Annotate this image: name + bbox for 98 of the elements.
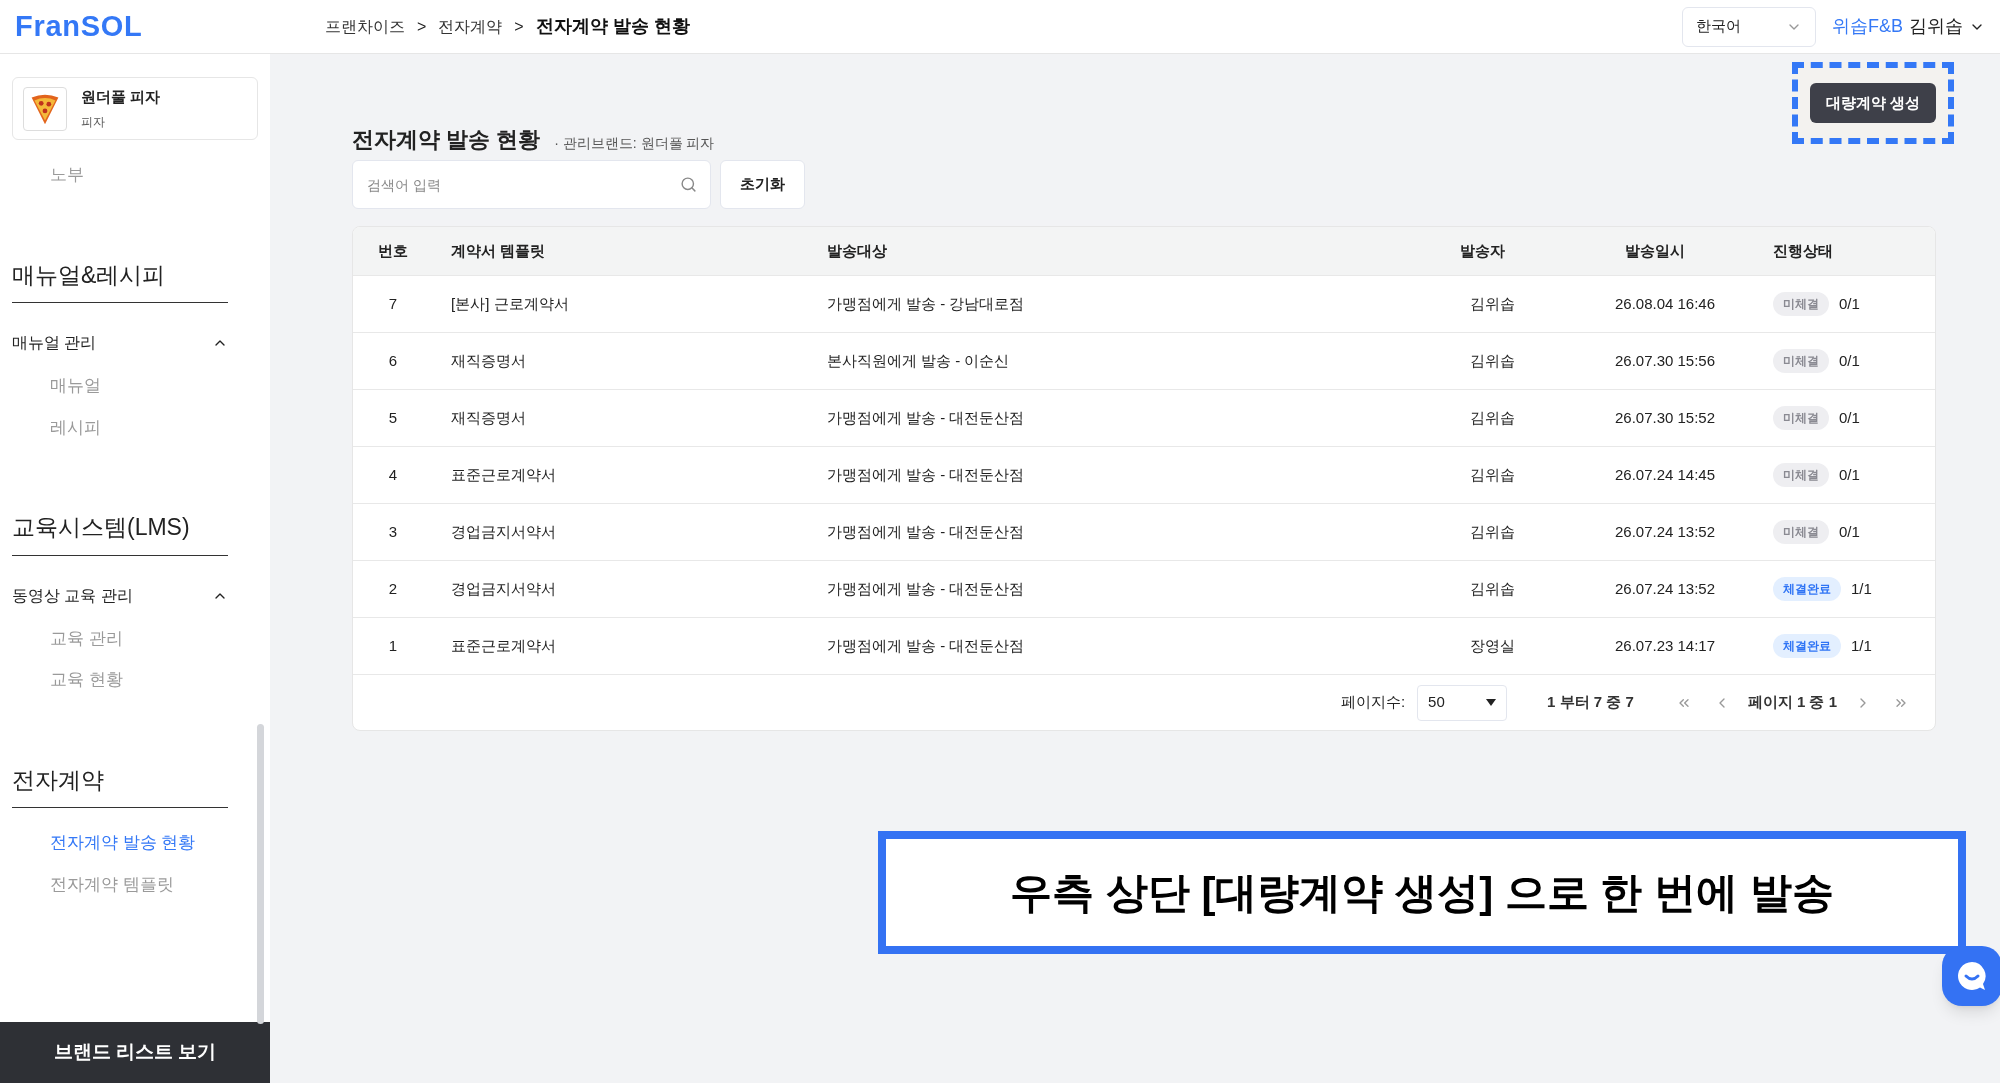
table-cell-text: 재직증명서: [450, 350, 527, 371]
status-badge: 미체결: [1773, 406, 1829, 430]
table-row[interactable]: 7 [본사] 근로계약서 가맹점에게 발송 - 강남대로점 김위솝 26.08.04 16:46 미체결 0/1: [353, 275, 1935, 332]
logo[interactable]: FranSOL: [15, 4, 325, 49]
search-field[interactable]: 검색어 입력: [352, 160, 711, 209]
table-cell-text: 가맹점에게 발송 - 대전둔산점: [826, 578, 1026, 599]
search-icon: [680, 176, 697, 193]
column-header: 계약서 템플릿: [450, 240, 547, 261]
table-cell-text: 김위솝: [1468, 578, 1516, 599]
table-row[interactable]: 5 재직증명서 가맹점에게 발송 - 대전둔산점 김위솝 26.07.30 15:52 미체결 0/1: [353, 389, 1935, 446]
sign-count: 1/1: [1851, 635, 1872, 656]
table-cell-text: 3: [387, 521, 399, 542]
sign-count: 1/1: [1851, 578, 1872, 599]
column-header: 발송일시: [1624, 240, 1686, 261]
table-row[interactable]: 1 표준근로계약서 가맹점에게 발송 - 대전둔산점 장영실 26.07.23 14:17 체결완료 1/1: [353, 617, 1935, 674]
table-cell-text: 경업금지서약서: [450, 521, 557, 542]
column-header: 발송대상: [826, 240, 888, 261]
company-name: 위솝F&B: [1832, 15, 1903, 38]
table-cell-text: 가맹점에게 발송 - 대전둔산점: [826, 521, 1026, 542]
record-range: 1 부터 7 중 7: [1547, 692, 1634, 713]
scrollbar-thumb[interactable]: [257, 724, 264, 1024]
table-cell-text: 6: [387, 350, 399, 371]
column-header: 발송자: [1458, 240, 1506, 261]
brand-list-button[interactable]: 브랜드 리스트 보기: [0, 1022, 270, 1083]
brand-category: 피자: [81, 113, 106, 131]
table-cell-text: 가맹점에게 발송 - 대전둔산점: [826, 464, 1026, 485]
table-cell-text: 경업금지서약서: [450, 578, 557, 599]
table-cell-text: 5: [387, 407, 399, 428]
status-badge: 미체결: [1773, 292, 1829, 316]
page-indicator: 페이지 1 중 1: [1747, 692, 1837, 713]
sign-count: 0/1: [1839, 407, 1860, 428]
pizza-logo-icon: [23, 86, 67, 131]
breadcrumb[interactable]: 전자계약 발송 현황: [535, 13, 690, 40]
table-cell-text: 26.07.30 15:52: [1613, 407, 1717, 428]
page-size-select[interactable]: 50: [1417, 684, 1508, 721]
section-title: 매뉴얼&레시피: [12, 257, 228, 303]
table-cell-text: 김위솝: [1468, 407, 1516, 428]
section-title: 전자계약: [12, 762, 228, 808]
table-row[interactable]: 3 경업금지서약서 가맹점에게 발송 - 대전둔산점 김위솝 26.07.24 13:52 미체결 0/1: [353, 503, 1935, 560]
table-row[interactable]: 4 표준근로계약서 가맹점에게 발송 - 대전둔산점 김위솝 26.07.24 14:45 미체결 0/1: [353, 446, 1935, 503]
table-row[interactable]: 2 경업금지서약서 가맹점에게 발송 - 대전둔산점 김위솝 26.07.24 13:52 체결완료 1/1: [353, 560, 1935, 617]
sign-count: 0/1: [1839, 521, 1860, 542]
chat-button[interactable]: [1942, 946, 2000, 1006]
chat-bubble-icon: [1955, 959, 1989, 993]
table-cell-text: 2: [387, 578, 399, 599]
table-cell-text: 가맹점에게 발송 - 강남대로점: [826, 293, 1026, 314]
page-size-label: 페이지수:: [1340, 692, 1406, 713]
table-cell-text: [본사] 근로계약서: [450, 293, 570, 314]
table-cell-text: 26.07.24 13:52: [1613, 521, 1717, 542]
section-title: 교육시스템(LMS): [12, 510, 228, 556]
table-cell-text: 본사직원에게 발송 - 이순신: [826, 350, 1011, 371]
page-subtitle: · 관리브랜드: 원더풀 피자: [554, 134, 715, 153]
brand-name: 원더풀 피자: [81, 87, 161, 108]
table-cell-text: 1: [387, 635, 399, 656]
table-cell-text: 26.08.04 16:46: [1613, 293, 1717, 314]
breadcrumb-separator: >: [417, 16, 427, 37]
table-cell-text: 26.07.30 15:56: [1613, 350, 1717, 371]
annotation-banner: 우측 상단 [대량계약 생성] 으로 한 번에 발송: [878, 831, 1966, 954]
user-name: 김위솝: [1909, 15, 1963, 38]
sign-count: 0/1: [1839, 293, 1860, 314]
user-menu[interactable]: 위솝F&B 김위솝: [1832, 13, 1985, 40]
column-header: 번호: [377, 240, 409, 261]
dropdown-triangle-icon: [1486, 699, 1497, 706]
page-title: 전자계약 발송 현황: [352, 126, 541, 154]
status-badge: 미체결: [1773, 349, 1829, 373]
table-cell-text: 재직증명서: [450, 407, 527, 428]
table-cell-text: 표준근로계약서: [450, 635, 557, 656]
menu-group[interactable]: 동영상 교육 관리: [12, 583, 228, 608]
status-badge: 미체결: [1773, 463, 1829, 487]
table-cell-text: 김위솝: [1468, 521, 1516, 542]
column-header: 진행상태: [1772, 240, 1834, 261]
table-cell-text: 가맹점에게 발송 - 대전둔산점: [826, 407, 1026, 428]
table-cell-text: 장영실: [1468, 635, 1516, 656]
table-cell-text: 표준근로계약서: [450, 464, 557, 485]
menu-group[interactable]: 매뉴얼 관리: [12, 331, 228, 355]
table-cell-text: 26.07.24 14:45: [1613, 464, 1717, 485]
bulk-create-button[interactable]: 대량계약 생성: [1809, 83, 1937, 123]
table-cell-text: 4: [387, 464, 399, 485]
table-cell-text: 김위솝: [1468, 350, 1516, 371]
sidebar-item[interactable]: 전자계약 발송 현황: [12, 822, 196, 864]
brand-card[interactable]: 원더풀 피자 피자: [12, 77, 258, 140]
table-cell-text: 김위솝: [1468, 293, 1516, 314]
status-badge: 미체결: [1773, 520, 1829, 544]
sign-count: 0/1: [1839, 464, 1860, 485]
table-cell-text: 26.07.23 14:17: [1613, 635, 1717, 656]
breadcrumb-separator: >: [514, 16, 524, 37]
language-select[interactable]: 한국어: [1682, 6, 1816, 47]
table-row[interactable]: 6 재직증명서 본사직원에게 발송 - 이순신 김위솝 26.07.30 15:56 미체결 0/1: [353, 332, 1935, 389]
reset-button[interactable]: 초기화: [720, 160, 805, 209]
sign-count: 0/1: [1839, 350, 1860, 371]
status-badge: 체결완료: [1773, 577, 1841, 601]
table-cell-text: 김위솝: [1468, 464, 1516, 485]
status-badge: 체결완료: [1773, 634, 1841, 658]
breadcrumb[interactable]: 프랜차이즈: [325, 14, 405, 39]
table-cell-text: 26.07.24 13:52: [1613, 578, 1717, 599]
table-cell-text: 7: [387, 293, 399, 314]
table-cell-text: 가맹점에게 발송 - 대전둔산점: [826, 635, 1026, 656]
breadcrumb[interactable]: 전자계약: [438, 14, 503, 39]
